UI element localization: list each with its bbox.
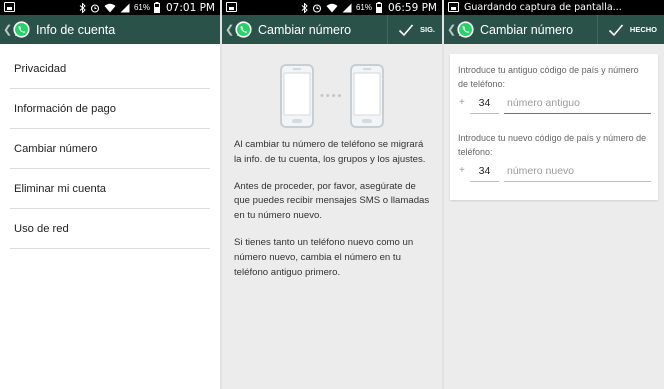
action-bar: ❮ Cambiar número HECHO [444, 15, 664, 44]
bluetooth-icon [79, 2, 86, 13]
transfer-dots: •••• [320, 90, 344, 102]
old-country-code-input[interactable]: 34 [470, 94, 499, 114]
phone-icon [280, 64, 314, 128]
screenshot-icon [226, 2, 237, 12]
status-bar: 61% 07:01 PM [0, 0, 220, 15]
status-bar: Guardando captura de pantalla... [444, 0, 664, 15]
phones-illustration: •••• [222, 44, 442, 134]
menu-item-network-usage[interactable]: Uso de red [10, 209, 210, 249]
info-paragraph: Antes de proceder, por favor, asegúrate … [234, 180, 430, 222]
menu-item-change-number[interactable]: Cambiar número [10, 129, 210, 169]
alarm-icon [90, 3, 100, 13]
old-number-label: Introduce tu antiguo código de país y nú… [458, 65, 639, 89]
new-number-label: Introduce tu nuevo código de país y núme… [458, 133, 647, 157]
battery-percent: 61% [133, 3, 150, 12]
signal-icon [342, 3, 352, 12]
back-icon[interactable]: ❮ [225, 23, 234, 36]
menu-item-delete-account[interactable]: Eliminar mi cuenta [10, 169, 210, 209]
wifi-icon [326, 3, 338, 12]
new-country-code-input[interactable]: 34 [470, 162, 499, 182]
screenshot-icon [448, 2, 459, 12]
signal-icon [120, 3, 130, 12]
info-paragraph: Si tienes tanto un teléfono nuevo como u… [234, 236, 414, 278]
next-button-label: SIG. [419, 25, 435, 34]
menu-item-payment-info[interactable]: Información de pago [10, 89, 210, 129]
old-number-row: + 34 número antiguo [450, 94, 658, 116]
plus-sign: + [459, 97, 465, 108]
page-title: Cambiar número [480, 22, 574, 37]
whatsapp-logo-icon[interactable] [12, 20, 31, 39]
status-time: 07:01 PM [166, 1, 215, 14]
checkmark-icon [608, 23, 624, 36]
done-button[interactable]: HECHO [596, 15, 664, 44]
page-title: Cambiar número [258, 22, 352, 37]
page-title: Info de cuenta [36, 22, 116, 37]
action-bar: ❮ Info de cuenta [0, 15, 220, 44]
new-number-input[interactable]: número nuevo [504, 162, 651, 182]
back-icon[interactable]: ❮ [447, 23, 456, 36]
phone-icon [350, 64, 384, 128]
next-button[interactable]: SIG. [386, 15, 442, 44]
back-icon[interactable]: ❮ [3, 23, 12, 36]
bluetooth-icon [301, 2, 308, 13]
status-bar: 61% 06:59 PM [222, 0, 442, 15]
status-time: 06:59 PM [388, 1, 437, 14]
plus-sign: + [459, 165, 465, 176]
alarm-icon [312, 3, 322, 13]
action-bar: ❮ Cambiar número SIG. [222, 15, 442, 44]
phone-number-form: Introduce tu antiguo código de país y nú… [450, 54, 658, 200]
settings-menu: Privacidad Información de pago Cambiar n… [0, 49, 220, 249]
battery-icon [154, 2, 160, 13]
info-text: Al cambiar tu número de teléfono se migr… [222, 138, 442, 280]
screen-change-number-form: Guardando captura de pantalla... ❮ Cambi… [444, 0, 664, 389]
whatsapp-logo-icon[interactable] [456, 20, 475, 39]
battery-percent: 61% [355, 3, 372, 12]
screenshot-icon [4, 2, 15, 12]
menu-item-privacy[interactable]: Privacidad [10, 49, 210, 89]
screen-change-number-intro: 61% 06:59 PM ❮ Cambiar número SIG. •••• [222, 0, 442, 389]
whatsapp-logo-icon[interactable] [234, 20, 253, 39]
status-notification: Guardando captura de pantalla... [464, 2, 622, 13]
old-number-input[interactable]: número antiguo [504, 94, 651, 114]
info-paragraph: Al cambiar tu número de teléfono se migr… [234, 139, 426, 165]
screen-account-info: 61% 07:01 PM ❮ Info de cuenta Privacidad… [0, 0, 220, 389]
checkmark-icon [398, 23, 414, 36]
new-number-row: + 34 número nuevo [450, 162, 658, 184]
wifi-icon [104, 3, 116, 12]
done-button-label: HECHO [629, 25, 657, 34]
battery-icon [376, 2, 382, 13]
